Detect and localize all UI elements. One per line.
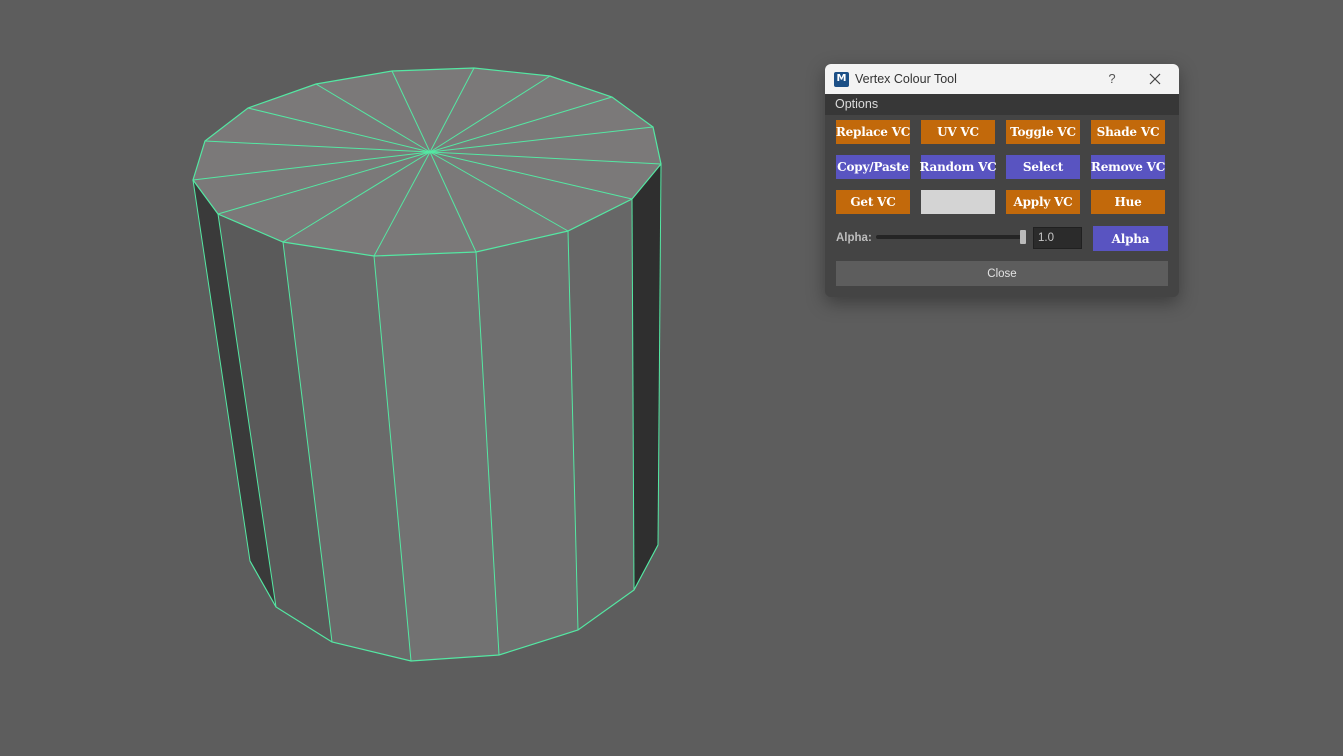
- vertex-colour-tool-window: M Vertex Colour Tool ? Options Replace V…: [825, 64, 1179, 297]
- uv-vc-button[interactable]: UV VC: [921, 120, 995, 144]
- copy-paste-button[interactable]: Copy/Paste: [836, 155, 910, 179]
- alpha-button[interactable]: Alpha: [1093, 226, 1168, 251]
- replace-vc-button[interactable]: Replace VC: [836, 120, 910, 144]
- get-vc-button[interactable]: Get VC: [836, 190, 910, 214]
- remove-vc-button[interactable]: Remove VC: [1091, 155, 1165, 179]
- alpha-value-field[interactable]: 1.0: [1033, 227, 1082, 249]
- random-vc-button[interactable]: Random VC: [919, 155, 997, 179]
- window-title: Vertex Colour Tool: [855, 72, 957, 86]
- cylinder-side-face: [632, 164, 661, 590]
- title-bar[interactable]: M Vertex Colour Tool ?: [825, 64, 1179, 94]
- alpha-slider-handle[interactable]: [1020, 230, 1026, 244]
- help-button[interactable]: ?: [1103, 70, 1121, 88]
- tool-panel: Replace VC UV VC Toggle VC Shade VC Copy…: [825, 115, 1179, 297]
- alpha-slider[interactable]: [876, 235, 1023, 239]
- maya-app-icon: M: [834, 71, 849, 87]
- cylinder-side-face: [568, 199, 634, 630]
- close-icon[interactable]: [1146, 70, 1164, 88]
- select-button[interactable]: Select: [1006, 155, 1080, 179]
- menu-options[interactable]: Options: [825, 94, 888, 115]
- menu-bar: Options: [825, 94, 1179, 115]
- alpha-label: Alpha:: [836, 232, 872, 244]
- apply-vc-button[interactable]: Apply VC: [1006, 190, 1080, 214]
- close-button[interactable]: Close: [836, 261, 1168, 286]
- shade-vc-button[interactable]: Shade VC: [1091, 120, 1165, 144]
- colour-swatch-button[interactable]: [921, 190, 995, 214]
- hue-button[interactable]: Hue: [1091, 190, 1165, 214]
- toggle-vc-button[interactable]: Toggle VC: [1006, 120, 1080, 144]
